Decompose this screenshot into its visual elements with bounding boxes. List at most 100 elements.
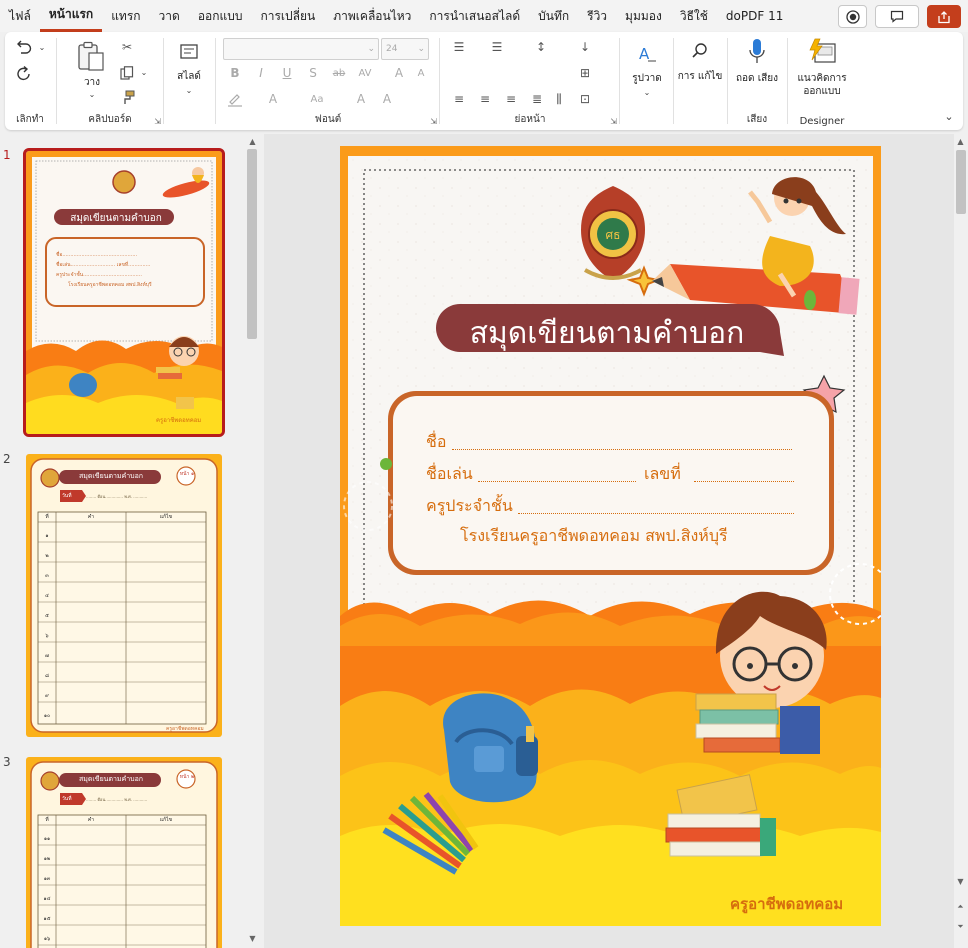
decrease-font-icon[interactable]: A: [411, 64, 431, 82]
menu-home[interactable]: หน้าแรก: [39, 0, 103, 32]
scroll-down-icon[interactable]: ▼: [954, 875, 967, 888]
new-slide-icon[interactable]: [177, 42, 201, 62]
ribbon-divider: [673, 38, 674, 124]
comments-button[interactable]: [875, 5, 919, 28]
ribbon: ⌄ เลิกทำ วาง ⌄ ✂ ⌄ คลิปบอร์ด ⇲ สไลด์ ⌄ ⌄…: [5, 32, 963, 130]
change-case-icon[interactable]: Aa: [307, 90, 327, 108]
thumbnail-scrollbar[interactable]: ▲ ▼: [244, 134, 260, 948]
clipboard-launcher-icon[interactable]: ⇲: [154, 117, 161, 126]
dictate-button[interactable]: ถอด เสียง: [733, 72, 781, 85]
shapes-button[interactable]: รูปวาด: [625, 72, 669, 85]
slide-thumbnail-3[interactable]: สมุดเขียนตามคำบอก หน้า ๒ วันที่ ........…: [26, 757, 222, 948]
microphone-icon[interactable]: [747, 38, 767, 66]
menu-animations[interactable]: ภาพเคลื่อนไหว: [324, 0, 420, 32]
align-text-icon[interactable]: ⊞: [575, 64, 595, 82]
slides-button[interactable]: สไลด์: [171, 70, 207, 83]
font-name-field[interactable]: ⌄: [223, 38, 379, 60]
clipboard-group-label: คลิปบอร์ด: [88, 114, 132, 125]
school-name[interactable]: โรงเรียนครูอาชีพดอทคอม สพป.สิงห์บุรี: [460, 524, 780, 549]
smartart-icon[interactable]: ⊡: [575, 90, 595, 108]
teacher-label[interactable]: ครูประจำชั้น: [426, 494, 513, 519]
chevron-down-icon[interactable]: ⌄: [182, 84, 196, 96]
menu-review[interactable]: รีวิว: [578, 0, 616, 32]
shapes-icon[interactable]: A: [635, 42, 659, 66]
bullets-icon[interactable]: ☰: [449, 38, 469, 56]
line-spacing-icon[interactable]: ↕: [531, 38, 551, 56]
menu-help[interactable]: วิธีใช้: [671, 0, 717, 32]
menu-file[interactable]: ไฟล์: [0, 0, 40, 32]
highlight-icon[interactable]: [225, 90, 245, 108]
superscript-icon[interactable]: A: [351, 90, 371, 108]
designer-icon[interactable]: [807, 38, 837, 66]
chevron-down-icon[interactable]: ⌄: [640, 86, 654, 98]
chevron-down-icon[interactable]: ⌄: [85, 88, 99, 100]
designer-button[interactable]: แนวคิดการ ออกแบบ: [791, 72, 853, 98]
font-size-field[interactable]: 24 ⌄: [381, 38, 429, 60]
strikethrough-icon[interactable]: ab: [329, 64, 349, 82]
thumb-row-number: ๓: [45, 573, 49, 579]
columns-icon[interactable]: ⫼: [549, 90, 569, 108]
clipboard-group: วาง ⌄ ✂ ⌄ คลิปบอร์ด ⇲: [57, 32, 163, 130]
chevron-down-icon[interactable]: ⌄: [37, 40, 47, 54]
nickname-label[interactable]: ชื่อเล่น: [426, 462, 473, 487]
slide-canvas[interactable]: ศธ สมุดเขียนตามคำบอก ชื่อ ชื่อเล่น เลขที…: [340, 146, 881, 926]
character-spacing-icon[interactable]: AV: [355, 64, 375, 82]
menu-record[interactable]: บันทึก: [529, 0, 578, 32]
menu-transitions[interactable]: การเปลี่ยน: [251, 0, 324, 32]
thumb-field-name: ชื่อ....................................…: [56, 252, 138, 258]
text-direction-icon[interactable]: ↓: [575, 38, 595, 56]
slide-scrollbar[interactable]: ▲ ▼ ⏶ ⏷: [954, 134, 968, 948]
thumb-col-fix: แก้ไข: [159, 514, 173, 520]
align-left-icon[interactable]: ≡: [449, 90, 469, 108]
search-icon[interactable]: [689, 40, 711, 62]
slide-thumbnail-2[interactable]: สมุดเขียนตามคำบอก หน้า ๑ วันที่ ........…: [26, 454, 222, 737]
share-button[interactable]: [927, 5, 961, 28]
font-color-icon[interactable]: A: [263, 90, 283, 108]
collapse-ribbon-icon[interactable]: ⌄: [941, 108, 957, 124]
justify-icon[interactable]: ≣: [527, 90, 547, 108]
record-button[interactable]: [838, 5, 867, 28]
underline-icon[interactable]: U: [277, 64, 297, 82]
thumb-page-badge: หน้า ๑: [179, 471, 195, 477]
italic-icon[interactable]: I: [251, 64, 271, 82]
slide-footer[interactable]: ครูอาชีพดอทคอม: [730, 892, 843, 916]
thumb-page-title: สมุดเขียนตามคำบอก: [78, 472, 144, 480]
menu-insert[interactable]: แทรก: [102, 0, 149, 32]
scroll-up-icon[interactable]: ▲: [246, 135, 259, 148]
editing-button[interactable]: การ แก้ไข: [677, 70, 723, 83]
text-shadow-icon[interactable]: S: [303, 64, 323, 82]
paste-icon[interactable]: [75, 40, 107, 74]
previous-slide-icon[interactable]: ⏶: [954, 900, 967, 913]
thumb-row-number: ๑๒: [43, 856, 51, 862]
font-launcher-icon[interactable]: ⇲: [430, 117, 437, 126]
scrollbar-thumb[interactable]: [956, 150, 966, 214]
menu-view[interactable]: มุมมอง: [616, 0, 671, 32]
cut-icon[interactable]: ✂: [117, 38, 137, 56]
redo-icon[interactable]: [13, 64, 35, 84]
name-label[interactable]: ชื่อ: [426, 430, 446, 455]
align-right-icon[interactable]: ≡: [501, 90, 521, 108]
number-label[interactable]: เลขที่: [644, 462, 681, 487]
paragraph-launcher-icon[interactable]: ⇲: [610, 117, 617, 126]
slide-thumbnail-1[interactable]: สมุดเขียนตามคำบอก ชื่อ..................…: [23, 148, 225, 437]
scrollbar-thumb[interactable]: [247, 149, 257, 339]
slide-number: 2: [3, 452, 11, 466]
menu-draw[interactable]: วาด: [150, 0, 189, 32]
increase-font-icon[interactable]: A: [389, 64, 409, 82]
scroll-down-icon[interactable]: ▼: [246, 932, 259, 945]
thumb-row-number: ๑๖: [43, 936, 51, 942]
menu-design[interactable]: ออกแบบ: [189, 0, 252, 32]
chevron-down-icon[interactable]: ⌄: [139, 66, 149, 78]
align-center-icon[interactable]: ≡: [475, 90, 495, 108]
numbering-icon[interactable]: ☰: [487, 38, 507, 56]
format-painter-icon[interactable]: [117, 89, 137, 107]
copy-icon[interactable]: [117, 64, 137, 82]
scroll-up-icon[interactable]: ▲: [954, 135, 967, 148]
menu-slideshow[interactable]: การนำเสนอสไลด์: [420, 0, 529, 32]
clear-formatting-icon[interactable]: A: [377, 90, 397, 108]
menu-dopdf[interactable]: doPDF 11: [717, 0, 792, 32]
bold-icon[interactable]: B: [225, 64, 245, 82]
undo-icon[interactable]: [13, 38, 35, 56]
next-slide-icon[interactable]: ⏷: [954, 920, 967, 933]
slide-title[interactable]: สมุดเขียนตามคำบอก: [452, 310, 762, 357]
